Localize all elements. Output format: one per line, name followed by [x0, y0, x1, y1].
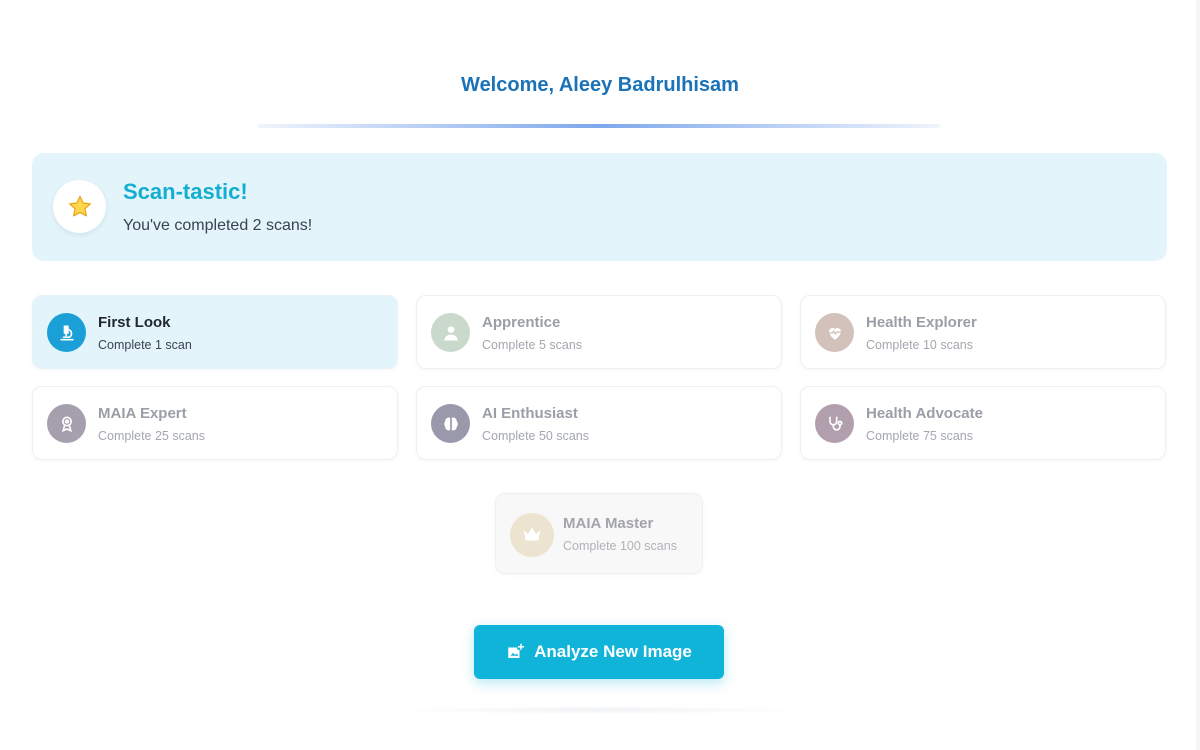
- microscope-icon: [47, 313, 86, 352]
- achievement-requirement: Complete 1 scan: [98, 338, 192, 352]
- achievement-apprentice[interactable]: Apprentice Complete 5 scans: [416, 295, 782, 369]
- crown-icon: [510, 513, 554, 557]
- achievement-title: MAIA Expert: [98, 405, 187, 422]
- banner-title: Scan-tastic!: [123, 179, 248, 204]
- achievement-requirement: Complete 10 scans: [866, 338, 974, 352]
- achievements-page: Welcome, Aleey Badrulhisam Scan-tastic! …: [0, 0, 1200, 750]
- achievement-title: First Look: [98, 314, 171, 331]
- achievement-requirement: Complete 25 scans: [98, 429, 206, 443]
- achievement-title: AI Enthusiast: [482, 405, 578, 422]
- award-icon: [47, 404, 86, 443]
- achievement-ai-enthusiast[interactable]: AI Enthusiast Complete 50 scans: [416, 386, 782, 460]
- analyze-new-image-button[interactable]: Analyze New Image: [474, 625, 724, 679]
- scan-count-banner: Scan-tastic! You've completed 2 scans!: [32, 153, 1167, 261]
- brain-icon: [431, 404, 470, 443]
- achievement-health-explorer[interactable]: Health Explorer Complete 10 scans: [800, 295, 1166, 369]
- achievement-title: Health Advocate: [866, 405, 983, 422]
- add-photo-icon: [506, 643, 525, 661]
- footer-shadow: [390, 706, 810, 714]
- achievement-requirement: Complete 100 scans: [563, 539, 677, 553]
- stethoscope-icon: [815, 404, 854, 443]
- star-icon: [53, 180, 106, 233]
- achievement-title: MAIA Master: [563, 515, 654, 532]
- welcome-heading: Welcome, Aleey Badrulhisam: [461, 74, 739, 96]
- page-scrollbar[interactable]: [1196, 0, 1200, 750]
- achievement-requirement: Complete 50 scans: [482, 429, 590, 443]
- achievement-first-look[interactable]: First Look Complete 1 scan: [32, 295, 398, 369]
- heading-divider: [258, 124, 940, 128]
- achievement-maia-expert[interactable]: MAIA Expert Complete 25 scans: [32, 386, 398, 460]
- banner-message: You've completed 2 scans!: [123, 217, 313, 234]
- doctor-icon: [431, 313, 470, 352]
- heart-pulse-icon: [815, 313, 854, 352]
- achievement-maia-master[interactable]: MAIA Master Complete 100 scans: [495, 493, 703, 574]
- achievement-health-advocate[interactable]: Health Advocate Complete 75 scans: [800, 386, 1166, 460]
- achievement-requirement: Complete 5 scans: [482, 338, 583, 352]
- achievement-requirement: Complete 75 scans: [866, 429, 974, 443]
- achievement-title: Apprentice: [482, 314, 561, 331]
- achievement-title: Health Explorer: [866, 314, 977, 331]
- analyze-button-label: Analyze New Image: [534, 642, 692, 661]
